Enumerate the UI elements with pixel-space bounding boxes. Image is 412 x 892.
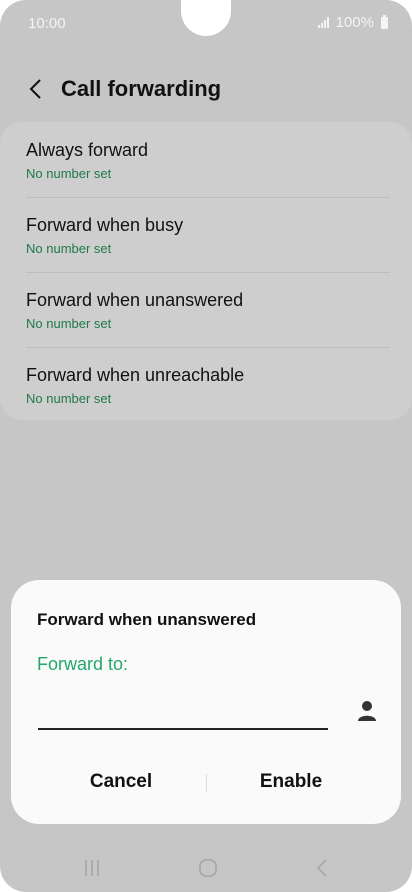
forwarding-options-list: Always forward No number set Forward whe… bbox=[0, 122, 412, 420]
recents-button[interactable] bbox=[72, 856, 112, 880]
signal-icon bbox=[317, 17, 329, 28]
option-label: Forward when unreachable bbox=[26, 365, 245, 385]
battery-icon bbox=[381, 14, 388, 29]
back-button[interactable] bbox=[20, 74, 50, 104]
dialog-title: Forward when unanswered bbox=[37, 610, 257, 629]
nav-back-button[interactable] bbox=[302, 856, 342, 880]
option-label: Always forward bbox=[26, 140, 149, 160]
forward-number-input[interactable] bbox=[38, 698, 328, 730]
person-icon bbox=[358, 701, 376, 721]
option-label: Forward when busy bbox=[26, 215, 184, 235]
forward-to-label: Forward to: bbox=[37, 654, 129, 674]
back-icon bbox=[316, 859, 327, 877]
option-status: No number set bbox=[26, 166, 112, 181]
battery-percent: 100% bbox=[335, 14, 374, 31]
dialog-actions: Cancel Enable bbox=[11, 764, 401, 800]
enable-button[interactable]: Enable bbox=[211, 764, 371, 800]
home-icon bbox=[199, 859, 217, 877]
forward-dialog: Forward when unanswered Forward to: Canc… bbox=[11, 580, 401, 824]
option-label: Forward when unanswered bbox=[26, 290, 244, 310]
option-status: No number set bbox=[26, 316, 112, 331]
phone-screen: 10:00 100% Call forwarding Always forwar… bbox=[0, 0, 412, 892]
option-forward-unanswered[interactable]: Forward when unanswered No number set bbox=[0, 272, 412, 347]
button-separator bbox=[206, 774, 207, 792]
page-title: Call forwarding bbox=[61, 76, 222, 101]
home-button[interactable] bbox=[188, 856, 228, 880]
cancel-button[interactable]: Cancel bbox=[41, 764, 201, 800]
option-status: No number set bbox=[26, 391, 112, 406]
app-header: Call forwarding bbox=[0, 70, 412, 110]
recents-icon bbox=[85, 860, 99, 876]
navigation-bar bbox=[0, 848, 412, 888]
option-status: No number set bbox=[26, 241, 112, 256]
option-always-forward[interactable]: Always forward No number set bbox=[0, 122, 412, 197]
status-time: 10:00 bbox=[28, 15, 66, 32]
chevron-left-icon bbox=[29, 79, 41, 99]
contacts-button[interactable] bbox=[354, 698, 380, 724]
option-forward-busy[interactable]: Forward when busy No number set bbox=[0, 197, 412, 272]
option-forward-unreachable[interactable]: Forward when unreachable No number set bbox=[0, 347, 412, 422]
status-right: 100% bbox=[317, 14, 388, 31]
